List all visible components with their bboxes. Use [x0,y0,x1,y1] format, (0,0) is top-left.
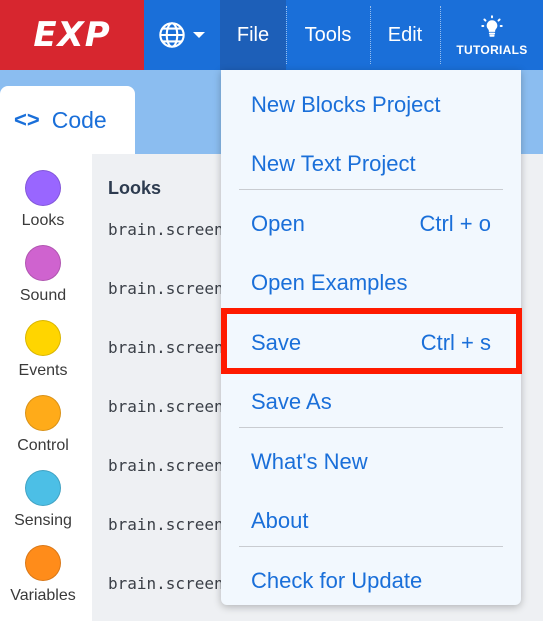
menu-item-label: New Blocks Project [251,92,441,117]
menu-item-save-as[interactable]: Save As [251,389,491,415]
menu-item-label: Open Examples [251,270,408,295]
menu-item-label: Save As [251,389,332,414]
category-label: Sound [19,287,67,304]
tutorials-button[interactable]: TUTORIALS [441,0,543,70]
category-variables[interactable]: Variables [0,545,86,605]
category-dot-icon [25,245,61,281]
tools-menu-button[interactable]: Tools [286,0,370,70]
category-dot-icon [25,545,61,581]
category-looks[interactable]: Looks [0,170,86,230]
menu-item-label: New Text Project [251,151,416,176]
menu-divider [239,546,503,547]
menu-item-label: Open [251,211,305,236]
menu-item-check-for-update[interactable]: Check for Update [251,568,491,594]
logo-text: EXP [33,15,111,55]
category-label: Variables [10,587,76,604]
menu-item-about[interactable]: About [251,508,491,534]
category-label: Events [18,362,68,379]
menu-item-label: About [251,508,309,533]
tools-menu-label: Tools [304,23,352,46]
category-sidebar: Looks Sound Events Control Sensing Varia… [0,154,86,621]
code-icon: <> [14,107,40,132]
menu-item-label: Check for Update [251,568,423,593]
category-label: Looks [21,212,65,229]
lightbulb-icon [481,15,503,37]
code-tab-label: Code [51,106,107,133]
tutorials-label: TUTORIALS [456,43,528,57]
category-dot-icon [25,170,61,206]
category-dot-icon [25,395,61,431]
menu-item-open-examples[interactable]: Open Examples [251,270,491,296]
panel-title: Looks [108,178,162,198]
menu-item-new-blocks-project[interactable]: New Blocks Project [251,92,491,118]
exp-logo: EXP [0,0,144,70]
category-label: Sensing [14,512,72,529]
tab-code[interactable]: <> Code [0,86,135,154]
category-control[interactable]: Control [0,395,86,455]
menu-item-new-text-project[interactable]: New Text Project [251,151,491,177]
menu-divider [239,427,503,428]
category-dot-icon [25,320,61,356]
file-menu-label: File [236,23,270,46]
chevron-down-icon [193,32,205,38]
menu-item-shortcut: Ctrl + o [419,211,491,236]
edit-menu-button[interactable]: Edit [370,0,440,70]
menu-item-label: What's New [251,449,368,474]
category-dot-icon [25,470,61,506]
category-label: Control [17,437,69,454]
file-menu-button[interactable]: File [220,0,286,70]
edit-menu-label: Edit [387,23,423,46]
language-menu-button[interactable] [144,0,220,70]
code-snippet[interactable]: brain.screen. [108,279,233,298]
category-sensing[interactable]: Sensing [0,470,86,530]
menu-item-open[interactable]: Open Ctrl + o [251,211,491,237]
menu-item-whats-new[interactable]: What's New [251,449,491,475]
category-sound[interactable]: Sound [0,245,86,305]
menu-divider [239,189,503,190]
category-events[interactable]: Events [0,320,86,380]
code-snippet[interactable]: brain.screen. [108,456,233,475]
globe-icon [159,22,185,48]
save-highlight-box [221,308,522,374]
